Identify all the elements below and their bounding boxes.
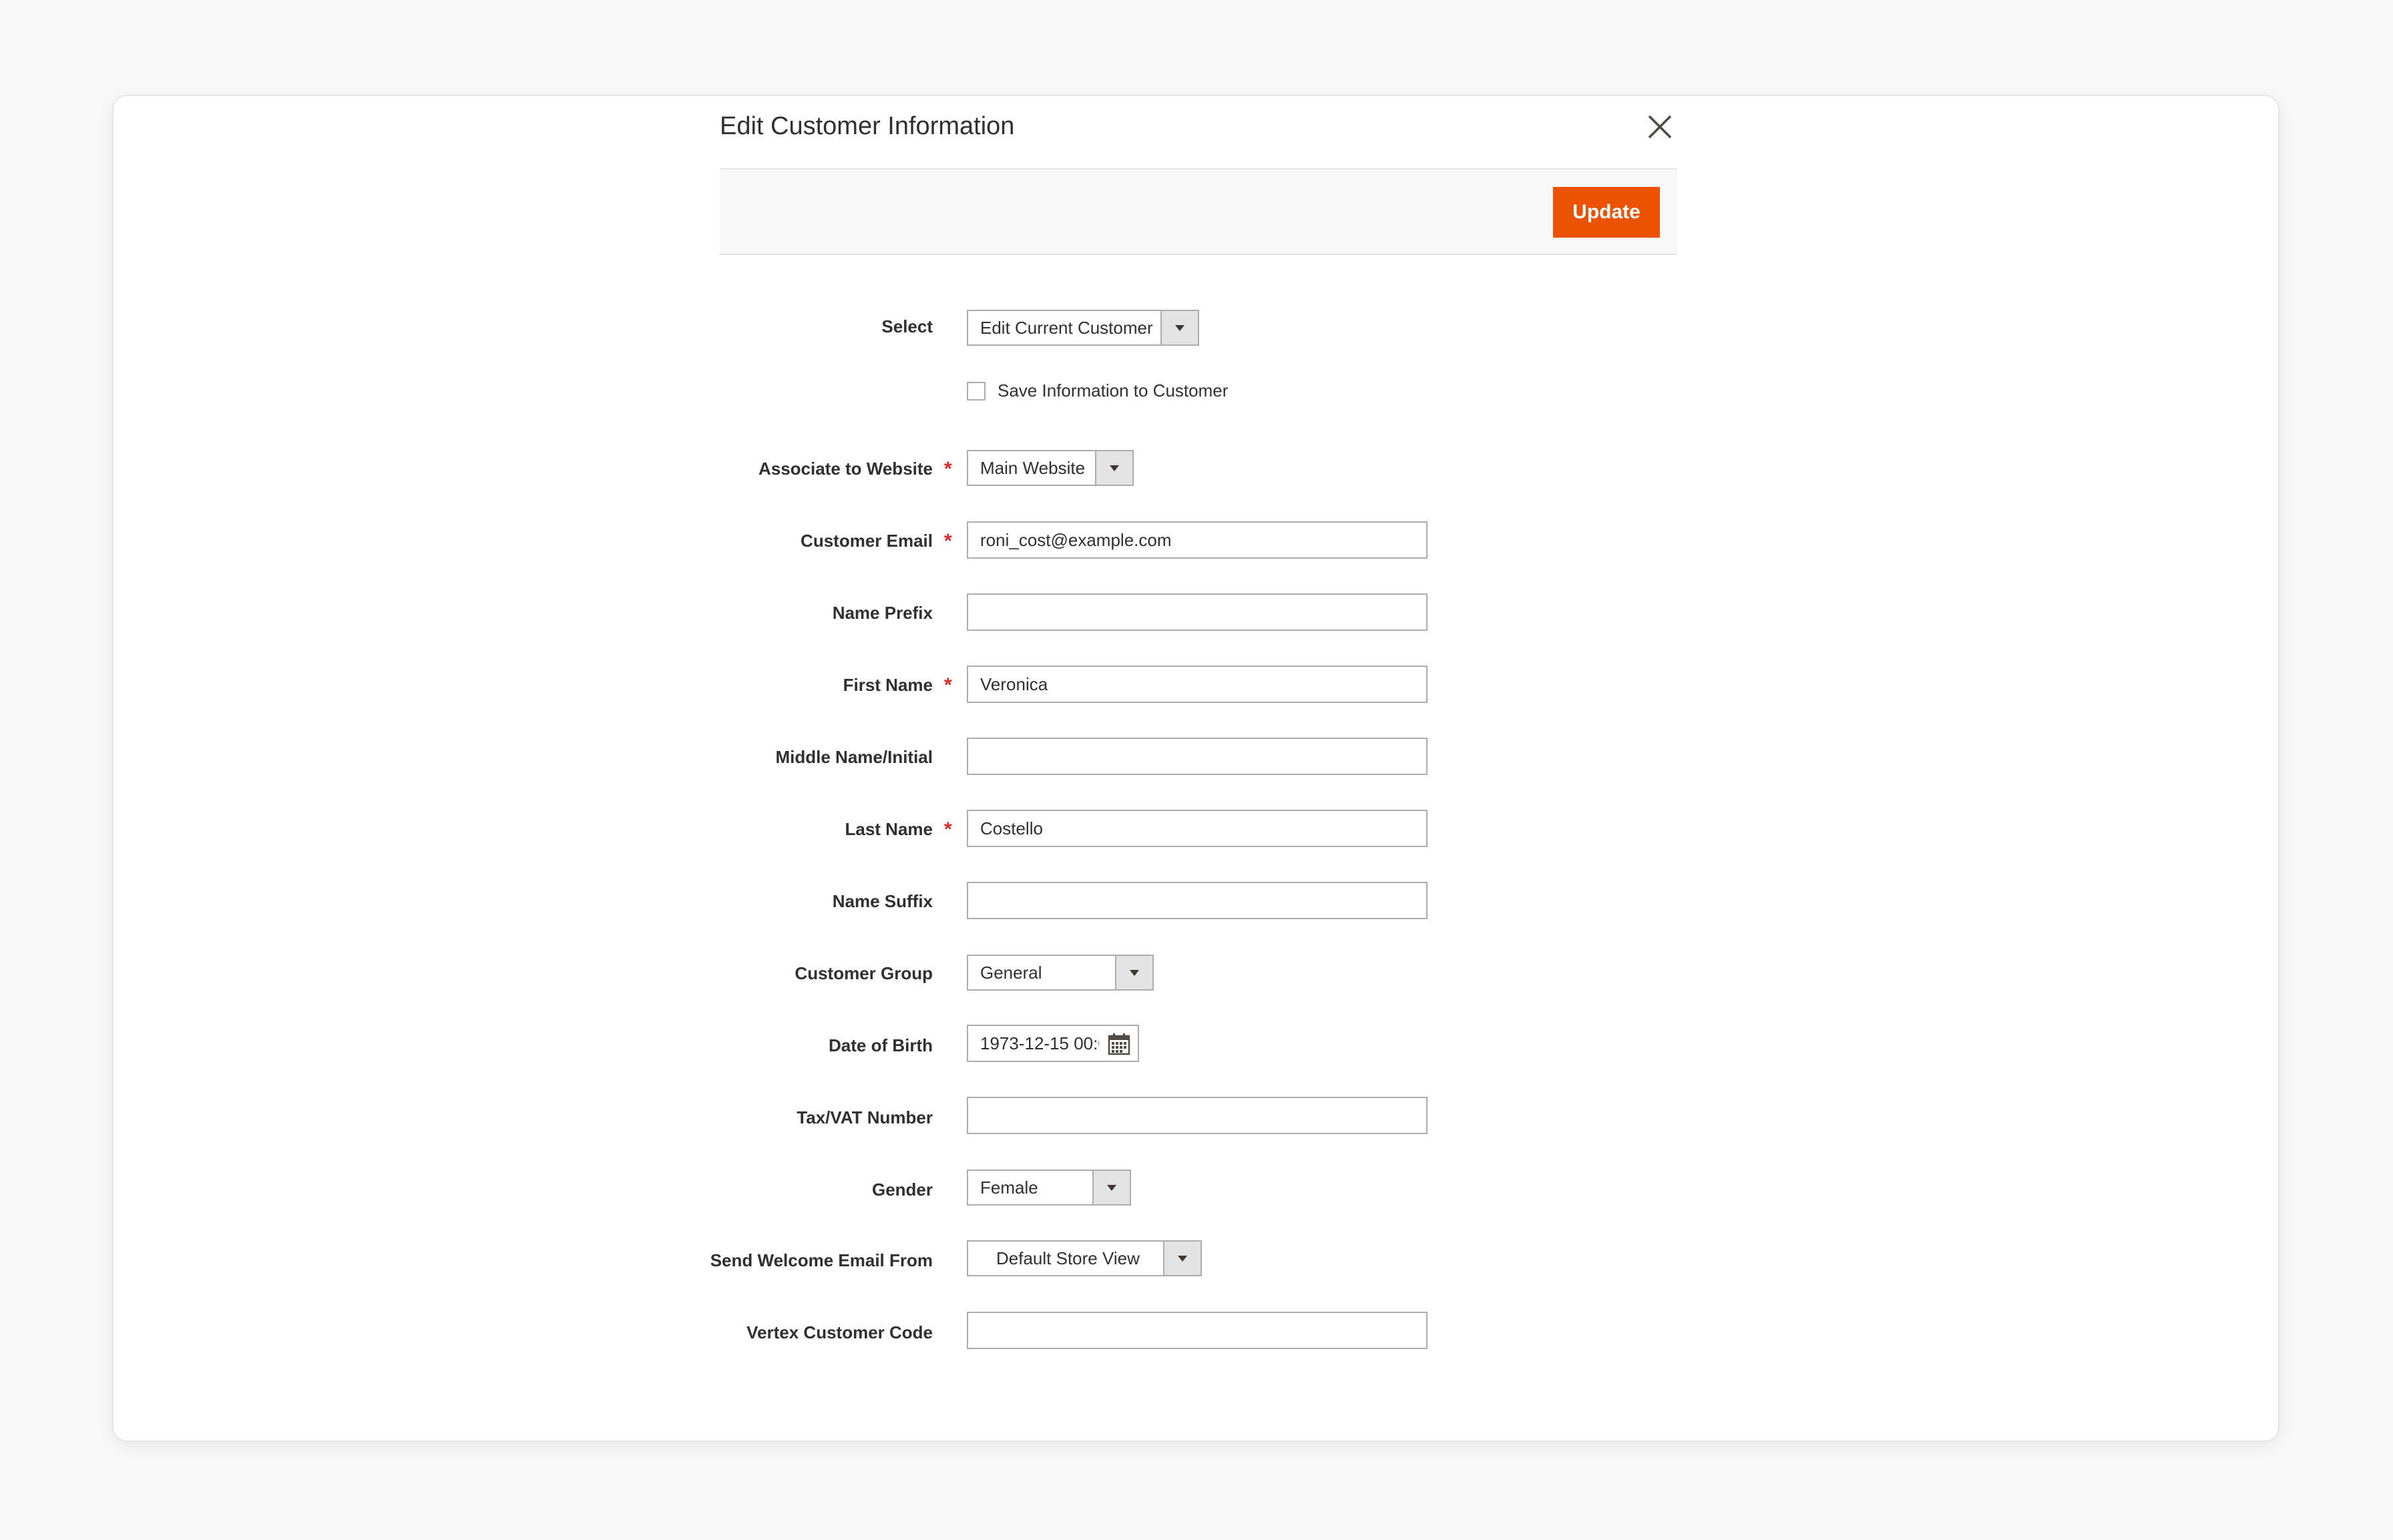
first-name-field[interactable]	[967, 666, 1428, 703]
middle-name-label: Middle Name/Initial	[775, 747, 933, 767]
welcome-email-label: Send Welcome Email From	[710, 1250, 933, 1270]
last-name-label: Last Name	[845, 819, 933, 839]
dob-value: 1973-12-15 00:00	[980, 1033, 1099, 1053]
close-icon	[1648, 115, 1672, 139]
first-name-label: First Name	[843, 675, 933, 695]
customer-group-label: Customer Group	[795, 963, 933, 983]
select-arrow	[1160, 311, 1198, 344]
chevron-down-icon	[1175, 325, 1184, 331]
gender-value: Female	[980, 1178, 1038, 1198]
tax-vat-field[interactable]	[967, 1097, 1428, 1134]
dob-label: Date of Birth	[829, 1035, 933, 1055]
welcome-email-arrow	[1163, 1242, 1201, 1275]
website-value: Main Website	[980, 458, 1086, 478]
modal-title: Edit Customer Information	[720, 112, 1015, 140]
calendar-icon[interactable]	[1107, 1032, 1131, 1056]
required-marker: *	[944, 530, 952, 552]
save-info-checkbox[interactable]	[967, 382, 986, 401]
chevron-down-icon	[1110, 465, 1119, 471]
required-marker: *	[944, 818, 952, 840]
chevron-down-icon	[1178, 1256, 1187, 1262]
required-marker: *	[944, 458, 952, 480]
vertex-code-field[interactable]	[967, 1312, 1428, 1349]
customer-group-value: General	[980, 963, 1042, 983]
save-info-label[interactable]: Save Information to Customer	[998, 380, 1228, 401]
welcome-email-select[interactable]: Default Store View	[967, 1240, 1202, 1276]
welcome-email-value: Default Store View	[996, 1248, 1140, 1268]
gender-select[interactable]: Female	[967, 1170, 1131, 1206]
customer-group-select[interactable]: General	[967, 955, 1154, 991]
name-prefix-field[interactable]	[967, 593, 1428, 631]
middle-name-field[interactable]	[967, 738, 1428, 775]
modal-toolbar: Update	[720, 168, 1677, 255]
select-dropdown[interactable]: Edit Current Customer	[967, 310, 1199, 346]
last-name-field[interactable]	[967, 810, 1428, 847]
email-field[interactable]	[967, 521, 1428, 559]
required-marker: *	[944, 674, 952, 696]
website-label: Associate to Website	[758, 459, 933, 479]
update-button[interactable]: Update	[1553, 187, 1660, 238]
name-suffix-field[interactable]	[967, 882, 1428, 919]
tax-vat-label: Tax/VAT Number	[797, 1107, 933, 1127]
select-label: Select	[881, 316, 933, 336]
close-button[interactable]	[1643, 109, 1677, 144]
website-select[interactable]: Main Website	[967, 450, 1134, 486]
vertex-code-label: Vertex Customer Code	[746, 1322, 933, 1342]
name-prefix-label: Name Prefix	[832, 603, 933, 623]
chevron-down-icon	[1130, 970, 1139, 976]
select-value: Edit Current Customer	[980, 318, 1153, 338]
gender-label: Gender	[871, 1180, 933, 1200]
dob-field[interactable]: 1973-12-15 00:00	[967, 1025, 1139, 1062]
website-arrow	[1095, 451, 1132, 485]
email-label: Customer Email	[801, 531, 933, 551]
gender-arrow	[1092, 1171, 1130, 1204]
customer-group-arrow	[1115, 956, 1152, 989]
chevron-down-icon	[1107, 1185, 1116, 1191]
name-suffix-label: Name Suffix	[832, 891, 933, 911]
